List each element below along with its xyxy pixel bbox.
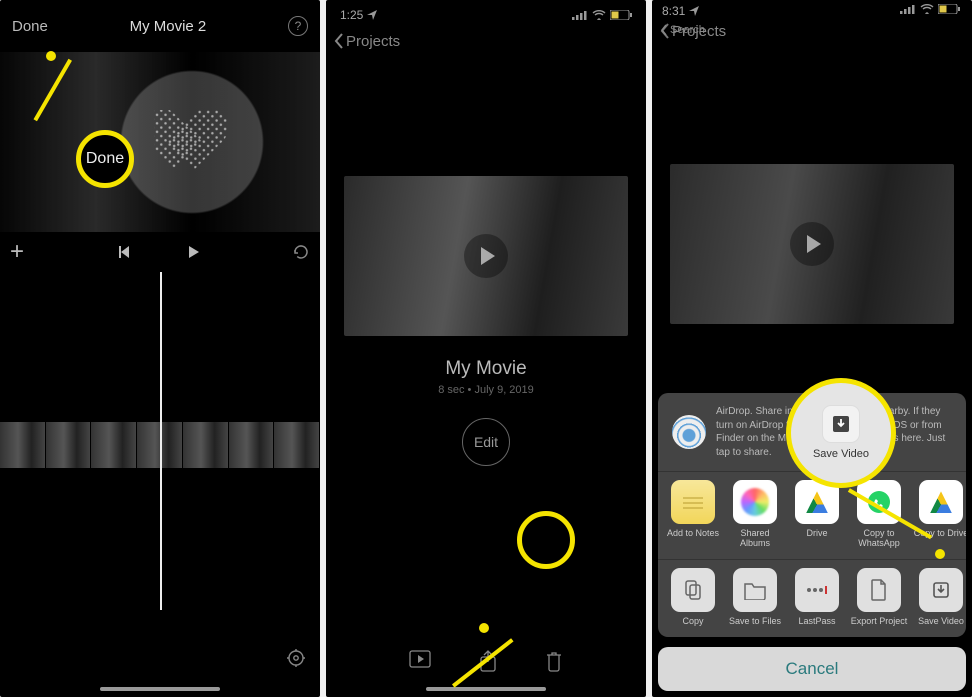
- chevron-left-icon: [334, 33, 344, 49]
- share-apps-row: Add to Notes Shared Albums Drive: [658, 471, 966, 559]
- share-app-drive[interactable]: Drive: [788, 480, 846, 549]
- status-bar: 1:25: [326, 0, 646, 26]
- share-app-whatsapp[interactable]: Copy to WhatsApp: [850, 480, 908, 549]
- add-media-button[interactable]: +: [10, 238, 24, 266]
- project-thumbnail: [670, 164, 954, 324]
- project-title: My Movie 2: [130, 18, 207, 35]
- help-button[interactable]: ?: [288, 16, 308, 36]
- share-app-gdrive[interactable]: Copy to Drive: [912, 480, 966, 549]
- annotation-share-highlight: [517, 511, 575, 569]
- action-copy[interactable]: Copy: [664, 568, 722, 627]
- action-export-project[interactable]: Export Project: [850, 568, 908, 627]
- wifi-icon: [592, 10, 606, 20]
- status-time: 1:25: [340, 8, 363, 22]
- back-projects-button[interactable]: Projects: [326, 26, 646, 56]
- play-overlay-icon: [790, 222, 834, 266]
- back-search-button[interactable]: Search: [660, 24, 705, 36]
- home-indicator[interactable]: [100, 687, 220, 691]
- done-button[interactable]: Done: [12, 18, 48, 35]
- airdrop-row[interactable]: AirDrop. Share instantly with people nea…: [658, 393, 966, 471]
- playhead[interactable]: [160, 272, 162, 610]
- share-actions-row: Copy Save to Files LastPass Export Proje…: [658, 559, 966, 637]
- battery-icon: [610, 10, 632, 20]
- status-bar: 8:31: [662, 4, 699, 18]
- project-actions: [326, 650, 646, 677]
- airdrop-text: AirDrop. Share instantly with people nea…: [716, 405, 952, 459]
- transport-controls: +: [0, 232, 320, 272]
- panel-project: 1:25 Projects My Movie 8 sec • July 9, 2…: [326, 0, 646, 697]
- cancel-button[interactable]: Cancel: [658, 647, 966, 691]
- cellular-icon: [572, 10, 588, 20]
- video-preview[interactable]: [0, 52, 320, 232]
- wifi-icon: [920, 4, 934, 14]
- editor-top-bar: Done My Movie 2 ?: [0, 0, 320, 52]
- battery-icon: [938, 4, 960, 14]
- panel-editor: Done My Movie 2 ? +: [0, 0, 320, 697]
- timeline[interactable]: [0, 272, 320, 610]
- share-app-notes[interactable]: Add to Notes: [664, 480, 722, 549]
- location-icon: [367, 10, 377, 20]
- home-indicator[interactable]: [426, 687, 546, 691]
- project-name: My Movie: [326, 358, 646, 380]
- project-thumbnail[interactable]: [344, 176, 628, 336]
- project-meta: 8 sec • July 9, 2019: [326, 384, 646, 396]
- action-save-video[interactable]: Save Video: [912, 568, 966, 627]
- edit-button[interactable]: Edit: [462, 418, 510, 466]
- delete-button[interactable]: [545, 650, 563, 677]
- skip-start-button[interactable]: [115, 244, 131, 260]
- undo-button[interactable]: [292, 244, 310, 260]
- share-sheet: AirDrop. Share instantly with people nea…: [658, 393, 966, 691]
- panel-share-sheet: 8:31 Search Projects AirDrop. Share inst…: [652, 0, 972, 697]
- play-project-button[interactable]: [409, 650, 431, 677]
- settings-button[interactable]: [286, 648, 306, 673]
- location-icon: [689, 6, 699, 16]
- action-lastpass[interactable]: LastPass: [788, 568, 846, 627]
- play-button[interactable]: [185, 244, 201, 260]
- status-time: 8:31: [662, 4, 685, 18]
- cellular-icon: [900, 4, 916, 14]
- chevron-left-icon: [660, 24, 668, 36]
- play-overlay-icon: [464, 234, 508, 278]
- share-button[interactable]: [479, 650, 497, 677]
- airdrop-icon: [672, 415, 706, 449]
- share-app-shared-albums[interactable]: Shared Albums: [726, 480, 784, 549]
- action-save-to-files[interactable]: Save to Files: [726, 568, 784, 627]
